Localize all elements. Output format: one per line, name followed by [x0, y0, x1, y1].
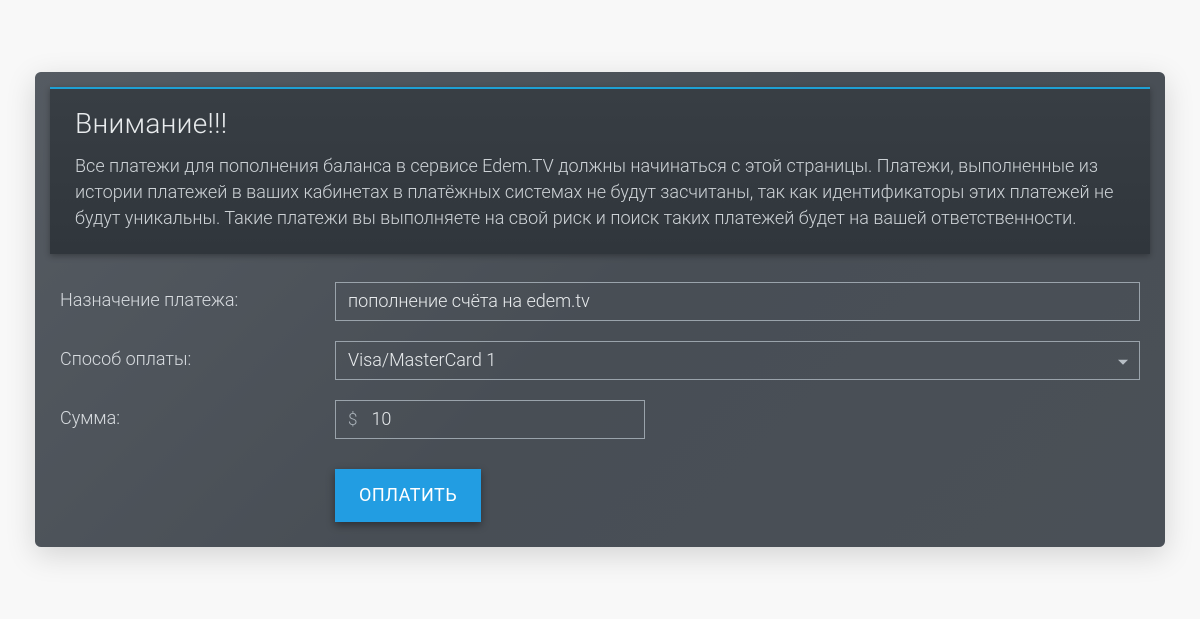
warning-title: Внимание!!!	[75, 107, 1125, 140]
amount-row: Сумма: $	[50, 400, 1150, 439]
currency-symbol: $	[336, 401, 367, 438]
pay-button[interactable]: ОПЛАТИТЬ	[335, 469, 481, 522]
payment-method-select[interactable]: Visa/MasterCard 1	[335, 341, 1140, 380]
purpose-row: Назначение платежа:	[50, 282, 1150, 321]
purpose-input[interactable]	[335, 282, 1140, 321]
purpose-label: Назначение платежа:	[60, 282, 335, 311]
warning-panel: Внимание!!! Все платежи для пополнения б…	[50, 87, 1150, 254]
payment-method-select-wrap: Visa/MasterCard 1	[335, 341, 1140, 380]
amount-input[interactable]	[367, 401, 644, 438]
amount-label: Сумма:	[60, 400, 335, 429]
warning-text: Все платежи для пополнения баланса в сер…	[75, 154, 1125, 232]
amount-input-group: $	[335, 400, 645, 439]
payment-method-row: Способ оплаты: Visa/MasterCard 1	[50, 341, 1150, 380]
submit-row: ОПЛАТИТЬ	[50, 469, 1150, 522]
payment-card: Внимание!!! Все платежи для пополнения б…	[35, 72, 1165, 547]
payment-method-label: Способ оплаты:	[60, 341, 335, 370]
